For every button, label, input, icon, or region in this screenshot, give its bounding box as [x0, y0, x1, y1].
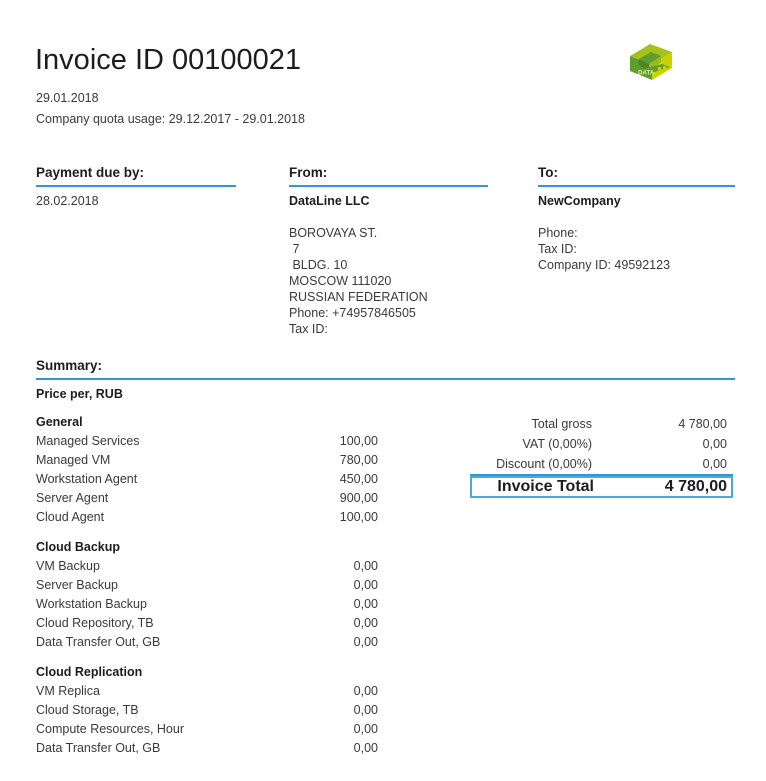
item-label: Workstation Agent	[36, 472, 138, 486]
from-block: DataLine LLC BOROVAYA ST. 7 BLDG. 10 MOSC…	[289, 193, 519, 337]
to-company: NewCompany	[538, 194, 621, 208]
item-row: Workstation Agent 450,00	[36, 470, 378, 489]
item-value: 780,00	[339, 453, 378, 467]
item-value: 0,00	[353, 741, 378, 755]
item-row: Managed Services 100,00	[36, 432, 378, 451]
item-label: Managed VM	[36, 453, 111, 467]
payment-due-date: 28.02.2018	[36, 194, 99, 208]
dataline-logo-icon: DATA	[624, 40, 676, 86]
item-value: 0,00	[353, 559, 378, 573]
to-address-line: Phone:	[538, 226, 578, 240]
summary-items-list: General Managed Services 100,00 Managed VM 7…	[36, 412, 378, 758]
from-address-line: MOSCOW 111020	[289, 274, 392, 288]
to-block: NewCompany Phone: Tax ID: Company ID: 4959…	[538, 193, 748, 273]
item-value: 900,00	[339, 491, 378, 505]
item-value: 0,00	[353, 616, 378, 630]
item-label: Cloud Storage, TB	[36, 703, 139, 717]
item-value: 0,00	[353, 597, 378, 611]
from-address-line: BLDG. 10	[289, 258, 348, 272]
item-row: VM Backup 0,00	[36, 557, 378, 576]
total-label: VAT (0,00%)	[522, 437, 592, 451]
invoice-date: 29.01.2018	[36, 91, 99, 105]
from-address-line: RUSSIAN FEDERATION	[289, 290, 428, 304]
total-label: Total gross	[531, 417, 592, 431]
from-address-line: 7	[289, 242, 300, 256]
price-per-label: Price per, RUB	[36, 387, 123, 401]
invoice-total-row: Invoice Total 4 780,00	[470, 476, 733, 498]
from-address: BOROVAYA ST. 7 BLDG. 10 MOSCOW 111020 RUSS…	[289, 225, 519, 337]
total-value: 0,00	[702, 437, 727, 451]
item-label: VM Replica	[36, 684, 100, 698]
item-value: 100,00	[339, 434, 378, 448]
item-row: VM Replica 0,00	[36, 682, 378, 701]
item-value: 450,00	[339, 472, 378, 486]
logo-text: DATA	[638, 69, 655, 76]
total-value: 4 780,00	[678, 417, 727, 431]
totals-panel: Total gross 4 780,00 VAT (0,00%) 0,00 Discou…	[470, 414, 733, 498]
payment-due-heading: Payment due by:	[36, 165, 236, 187]
from-address-line: Phone: +74957846505	[289, 306, 416, 320]
item-label: Cloud Agent	[36, 510, 105, 524]
from-heading: From:	[289, 165, 488, 187]
item-row: Managed VM 780,00	[36, 451, 378, 470]
item-row: Compute Resources, Hour 0,00	[36, 720, 378, 739]
item-row: Server Agent 900,00	[36, 489, 378, 508]
item-label: Server Backup	[36, 578, 118, 592]
item-label: Data Transfer Out, GB	[36, 635, 161, 649]
item-value: 0,00	[353, 722, 378, 736]
item-group-title: General	[36, 415, 83, 429]
item-value: 0,00	[353, 578, 378, 592]
total-row: Total gross 4 780,00	[470, 414, 733, 434]
item-value: 0,00	[353, 635, 378, 649]
total-value: 0,00	[702, 457, 727, 471]
item-label: Data Transfer Out, GB	[36, 741, 161, 755]
item-label: Managed Services	[36, 434, 140, 448]
item-row: Data Transfer Out, GB 0,00	[36, 633, 378, 652]
from-address-line: BOROVAYA ST.	[289, 226, 378, 240]
item-group-title: Cloud Replication	[36, 665, 143, 679]
total-row: VAT (0,00%) 0,00	[470, 434, 733, 454]
item-value: 100,00	[339, 510, 378, 524]
item-label: Server Agent	[36, 491, 109, 505]
from-company: DataLine LLC	[289, 194, 370, 208]
to-heading: To:	[538, 165, 735, 187]
total-row: Discount (0,00%) 0,00	[470, 454, 733, 474]
item-label: Cloud Repository, TB	[36, 616, 154, 630]
item-row: Cloud Repository, TB 0,00	[36, 614, 378, 633]
invoice-page: Invoice ID 00100021 29.01.2018 Company q…	[0, 0, 766, 781]
item-value: 0,00	[353, 703, 378, 717]
item-row: Data Transfer Out, GB 0,00	[36, 739, 378, 758]
to-address: Phone: Tax ID: Company ID: 49592123	[538, 225, 748, 273]
item-row: Cloud Agent 100,00	[36, 508, 378, 527]
summary-heading: Summary:	[36, 358, 735, 380]
invoice-total-label: Invoice Total	[497, 478, 594, 495]
to-address-line: Company ID: 49592123	[538, 258, 671, 272]
from-address-line: Tax ID:	[289, 322, 328, 336]
total-label: Discount (0,00%)	[496, 457, 592, 471]
quota-usage-period: Company quota usage: 29.12.2017 - 29.01.…	[36, 112, 305, 126]
item-row: Server Backup 0,00	[36, 576, 378, 595]
payment-due-block: 28.02.2018	[36, 193, 236, 209]
to-address-line: Tax ID:	[538, 242, 577, 256]
item-group-title: Cloud Backup	[36, 540, 121, 554]
invoice-total-value: 4 780,00	[664, 478, 727, 495]
item-label: VM Backup	[36, 559, 100, 573]
item-row: Cloud Storage, TB 0,00	[36, 701, 378, 720]
item-row: Workstation Backup 0,00	[36, 595, 378, 614]
page-title: Invoice ID 00100021	[35, 44, 302, 76]
item-label: Workstation Backup	[36, 597, 147, 611]
item-value: 0,00	[353, 684, 378, 698]
item-label: Compute Resources, Hour	[36, 722, 184, 736]
